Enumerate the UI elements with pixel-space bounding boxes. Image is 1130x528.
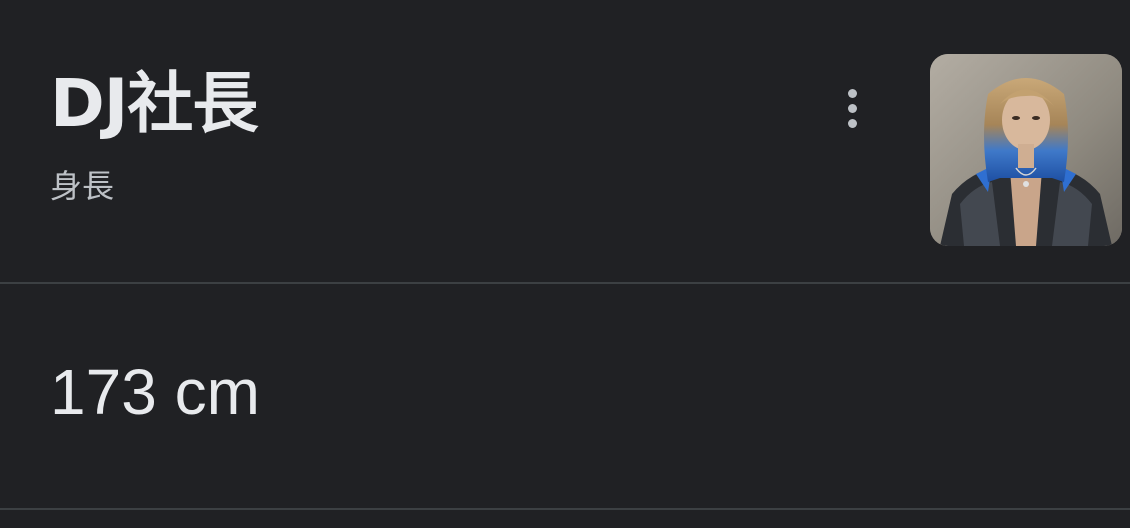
answer-value: 173 cm [50,356,260,428]
more-options-button[interactable] [826,82,878,134]
entity-title: DJ社長 [50,65,258,142]
divider [0,508,1130,510]
more-vert-icon [847,88,857,128]
person-photo [930,54,1122,246]
entity-thumbnail[interactable] [930,54,1122,246]
divider [0,282,1130,284]
attribute-label: 身長 [50,167,115,205]
knowledge-panel-card: DJ社長 身長 173 cm [0,0,1130,528]
